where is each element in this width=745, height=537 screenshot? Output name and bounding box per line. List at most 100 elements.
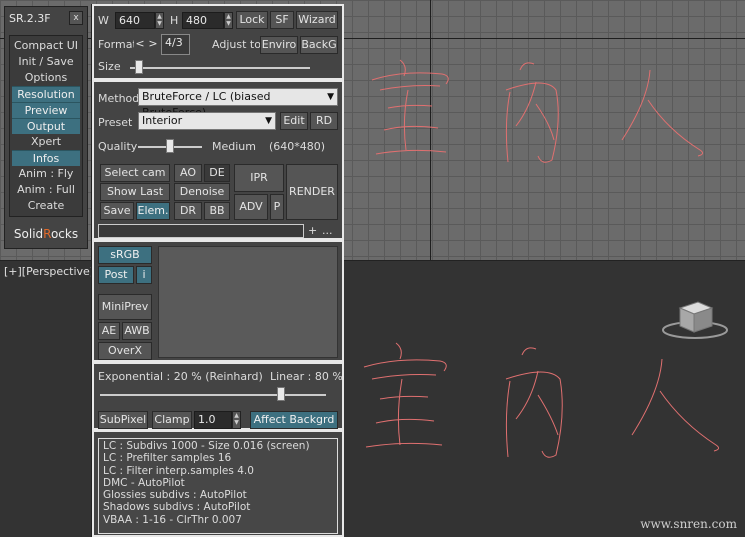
ao-button[interactable]: AO (174, 164, 202, 182)
solidrocks-main-panel: W 640 ▲ ▼ H 480 ▲ ▼ Lock SF Wizard Format … (91, 4, 344, 537)
width-input[interactable]: 640 (115, 12, 155, 29)
mix-slider-track[interactable] (100, 394, 326, 396)
clamp-spinner[interactable]: ▲ ▼ (232, 411, 241, 429)
chevron-down-icon: ▼ (265, 116, 272, 126)
overx-button[interactable]: OverX (98, 342, 152, 360)
enviro-button[interactable]: Enviro (260, 36, 298, 54)
post-info-button[interactable]: i (136, 266, 152, 284)
viewport-label[interactable]: [+][Perspective] (4, 265, 94, 278)
format-input[interactable]: 4/3 (161, 34, 190, 55)
solidrocks-logo: SolidRocks (5, 223, 87, 245)
rd-button[interactable]: RD (310, 112, 338, 130)
linear-label: Linear : 80 % (270, 370, 343, 383)
menu-item-resolution[interactable]: Resolution (12, 86, 80, 102)
ipr-button[interactable]: IPR (234, 164, 284, 192)
clamp-value-input[interactable]: 1.0 (194, 411, 232, 429)
p-button[interactable]: P (270, 194, 284, 220)
de-button[interactable]: DE (204, 164, 230, 182)
menu-item-compact-ui[interactable]: Compact UI (12, 38, 80, 54)
height-label: H (170, 14, 179, 27)
quality-resolution: (640*480) (269, 140, 326, 153)
menu-item-init-save[interactable]: Init / Save (12, 54, 80, 70)
quality-value: Medium (212, 140, 256, 153)
logo-letter-s: S (13, 227, 22, 241)
height-input[interactable]: 480 (182, 12, 224, 29)
clamp-button[interactable]: Clamp (152, 411, 192, 429)
logo-letter-r: R (43, 227, 51, 241)
awb-button[interactable]: AWB (122, 322, 152, 340)
save-button[interactable]: Save (100, 202, 134, 220)
adjust-to-label: Adjust to (212, 38, 261, 51)
size-slider-thumb[interactable] (135, 60, 143, 74)
size-slider-track[interactable] (130, 67, 310, 69)
adv-button[interactable]: ADV (234, 194, 268, 220)
preset-label: Preset (98, 116, 133, 129)
menu-item-anim-fly[interactable]: Anim : Fly (12, 166, 80, 182)
calligraphy-outline-top (371, 59, 704, 163)
menu-item-anim-full[interactable]: Anim : Full (12, 182, 80, 198)
height-spinner[interactable]: ▲ ▼ (224, 12, 233, 29)
bb-button[interactable]: BB (204, 202, 230, 220)
denoise-button[interactable]: Denoise (174, 183, 230, 201)
logo-part: olid (21, 227, 44, 241)
method-label: Method (98, 92, 140, 105)
logo-tail: ocks (50, 227, 79, 241)
elements-button[interactable]: Elem. (136, 202, 170, 220)
chevron-down-icon: ▼ (327, 92, 334, 102)
menu-item-xpert[interactable]: Xpert (12, 134, 80, 150)
format-label: Format (98, 38, 137, 51)
width-spinner[interactable]: ▲ ▼ (155, 12, 164, 29)
menu-item-options[interactable]: Options (12, 70, 80, 86)
dr-button[interactable]: DR (174, 202, 202, 220)
select-cam-button[interactable]: Select cam (100, 164, 170, 182)
ae-button[interactable]: AE (98, 322, 120, 340)
menu-item-preview[interactable]: Preview (12, 102, 80, 118)
exponential-label: Exponential : 20 % (Reinhard) (98, 370, 263, 383)
post-button[interactable]: Post (98, 266, 134, 284)
infos-text-box: LC : Subdivs 1000 - Size 0.016 (screen) L… (98, 438, 338, 534)
preset-value: Interior (142, 114, 183, 127)
miniprev-button[interactable]: MiniPrev (98, 294, 152, 320)
quality-label: Quality (98, 140, 138, 153)
width-label: W (98, 14, 109, 27)
show-last-button[interactable]: Show Last (100, 183, 170, 201)
info-line: Shadows subdivs : AutoPilot (103, 501, 251, 514)
preset-dropdown[interactable]: Interior ▼ (138, 112, 276, 130)
info-line: LC : Filter interp.samples 4.0 (103, 464, 254, 477)
preview-image[interactable] (158, 246, 338, 358)
render-button[interactable]: RENDER (286, 164, 338, 220)
menu-item-create[interactable]: Create (12, 198, 80, 214)
more-button[interactable]: ... (322, 224, 333, 237)
panel-title: SR.2.3F (9, 11, 51, 25)
affect-background-button[interactable]: Affect Backgrd (250, 411, 338, 429)
subpixel-button[interactable]: SubPixel (98, 411, 148, 429)
mix-slider-thumb[interactable] (276, 387, 285, 401)
preview-section: sRGB Post i MiniPrev AE AWB OverX (92, 240, 344, 362)
size-label: Size (98, 60, 121, 73)
method-dropdown[interactable]: BruteForce / LC (biased BruteForce)▼ (138, 88, 338, 119)
lock-button[interactable]: Lock (236, 11, 268, 29)
resolution-section: W 640 ▲ ▼ H 480 ▲ ▼ Lock SF Wizard Format … (92, 4, 344, 80)
calligraphy-outline-perspective (363, 342, 720, 458)
solidrocks-side-panel: SR.2.3F x Compact UI Init / Save Options Re… (4, 6, 88, 249)
format-prev-button[interactable]: < (134, 37, 146, 53)
menu-item-output[interactable]: Output (12, 118, 80, 134)
watermark: www.snren.com (640, 517, 737, 531)
info-line: LC : Subdivs 1000 - Size 0.016 (screen) (103, 440, 310, 452)
srgb-button[interactable]: sRGB (98, 246, 152, 264)
render-section: Method BruteForce / LC (biased BruteForc… (92, 80, 344, 240)
viewcube-icon[interactable] (660, 296, 730, 344)
add-button[interactable]: + (308, 224, 317, 237)
render-path-input[interactable] (98, 224, 304, 238)
format-next-button[interactable]: > (147, 37, 159, 53)
edit-button[interactable]: Edit (280, 112, 308, 130)
sf-button[interactable]: SF (270, 11, 294, 29)
quality-slider-thumb[interactable] (166, 139, 174, 153)
info-line: Glossies subdivs : AutoPilot (103, 489, 247, 502)
wizard-button[interactable]: Wizard (296, 11, 338, 29)
info-line: DMC - AutoPilot (103, 476, 185, 489)
menu-item-infos[interactable]: Infos (12, 150, 80, 166)
close-button[interactable]: x (69, 11, 83, 25)
backg-button[interactable]: BackG (300, 36, 338, 54)
info-line: LC : Prefilter samples 16 (103, 452, 232, 465)
